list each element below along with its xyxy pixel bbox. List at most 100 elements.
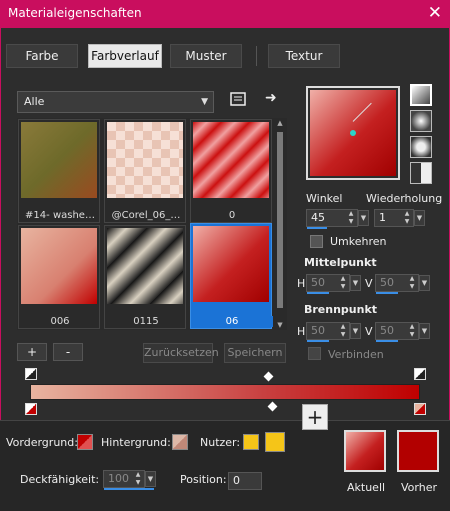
stepper-arrows-icon[interactable]: ▲ ▼	[338, 275, 348, 291]
background-label: Hintergrund:	[101, 436, 171, 449]
angle-label: Winkel	[306, 192, 343, 205]
angle-slider[interactable]	[307, 227, 327, 229]
focus-h-value: 50	[311, 324, 325, 337]
tab-farbverlauf[interactable]: Farbverlauf	[88, 44, 162, 68]
focus-v-label: V	[365, 325, 373, 338]
link-checkbox[interactable]	[308, 347, 321, 360]
stepper-arrows-icon[interactable]: ▲ ▼	[346, 210, 356, 226]
focus-v-slider[interactable]	[376, 340, 398, 342]
opacity-value: 100	[108, 472, 129, 485]
thumbnail-caption: @Corel_06_…	[111, 210, 181, 221]
color-stop-left[interactable]	[25, 403, 37, 415]
center-h-value: 50	[311, 276, 325, 289]
gradient-swatch	[21, 228, 97, 304]
center-h-stepper[interactable]: 50 ▲ ▼ ▼	[306, 274, 361, 294]
radial-style-button[interactable]	[410, 136, 432, 158]
chevron-down-icon[interactable]: ▼	[414, 210, 425, 226]
thumbnail-caption: 006	[50, 316, 70, 327]
scroll-thumb[interactable]	[277, 132, 283, 308]
center-h-slider[interactable]	[307, 292, 329, 294]
gradient-swatch	[107, 122, 183, 198]
gradient-swatch	[107, 228, 183, 304]
focus-h-label: H	[297, 325, 306, 338]
user-label: Nutzer:	[200, 436, 241, 449]
center-v-stepper[interactable]: 50 ▲ ▼ ▼	[375, 274, 430, 294]
opacity-slider[interactable]	[104, 488, 154, 490]
stepper-arrows-icon[interactable]: ▲ ▼	[402, 210, 412, 226]
invert-label: Umkehren	[330, 235, 387, 248]
opacity-stepper[interactable]: 100 ▲ ▼ ▼	[103, 470, 156, 490]
focus-h-stepper[interactable]: 50 ▲ ▼ ▼	[306, 322, 361, 342]
thumbnail-item[interactable]: #14- washe…	[18, 119, 100, 223]
center-v-label: V	[365, 277, 373, 290]
previous-swatch[interactable]	[397, 430, 439, 472]
scroll-up-icon[interactable]: ▲	[275, 119, 285, 127]
current-swatch[interactable]	[344, 430, 386, 472]
thumbnail-caption: 0	[228, 210, 236, 221]
gradient-preview[interactable]	[306, 86, 400, 180]
chevron-down-icon[interactable]: ▼	[419, 275, 430, 291]
thumbnail-item[interactable]: 0115	[104, 225, 186, 329]
stepper-arrows-icon[interactable]: ▲ ▼	[407, 323, 417, 339]
thumbnail-item-selected[interactable]: 06	[190, 223, 273, 329]
chevron-down-icon[interactable]: ▼	[145, 471, 156, 487]
tab-muster[interactable]: Muster	[170, 44, 242, 68]
close-icon[interactable]: ✕	[428, 3, 442, 23]
position-label: Position:	[180, 473, 227, 486]
add-button[interactable]: +	[17, 343, 47, 361]
gradient-swatch	[21, 122, 97, 198]
thumbnail-item[interactable]: @Corel_06_…	[104, 119, 186, 223]
repeat-value: 1	[379, 211, 386, 224]
focus-v-stepper[interactable]: 50 ▲ ▼ ▼	[375, 322, 430, 342]
chevron-down-icon[interactable]: ▼	[358, 210, 369, 226]
arrow-right-icon[interactable]: ➜	[265, 90, 277, 106]
chevron-down-icon[interactable]: ▼	[350, 275, 361, 291]
linear-style-button[interactable]	[410, 84, 432, 106]
thumbnail-caption: 0115	[133, 316, 159, 327]
center-v-value: 50	[380, 276, 394, 289]
tab-farbe[interactable]: Farbe	[6, 44, 78, 68]
user-swatch[interactable]	[265, 432, 285, 452]
invert-checkbox[interactable]	[310, 235, 323, 248]
library-scrollbar[interactable]: ▲ ▼	[275, 118, 285, 330]
chevron-down-icon[interactable]: ▼	[350, 323, 361, 339]
repeat-stepper[interactable]: 1 ▲ ▼ ▼	[374, 209, 425, 227]
foreground-swatch[interactable]	[77, 434, 93, 450]
stepper-arrows-icon[interactable]: ▲ ▼	[133, 471, 143, 487]
angle-stepper[interactable]: 45 ▲ ▼ ▼	[306, 209, 369, 229]
center-label: Mittelpunkt	[304, 256, 377, 269]
opacity-stop-left[interactable]	[25, 368, 37, 380]
center-v-slider[interactable]	[376, 292, 398, 294]
window-title: Materialeigenschaften	[8, 6, 142, 20]
add-swatch-button[interactable]: +	[302, 404, 328, 430]
position-input[interactable]: 0	[228, 472, 262, 490]
save-button[interactable]: Speichern	[224, 343, 286, 363]
rectangular-style-button[interactable]	[410, 110, 432, 132]
previous-label: Vorher	[401, 481, 437, 494]
center-point-handle[interactable]	[350, 130, 356, 136]
user-swatch-small[interactable]	[243, 434, 259, 450]
scroll-down-icon[interactable]: ▼	[275, 321, 285, 329]
center-h-label: H	[297, 277, 306, 290]
stepper-arrows-icon[interactable]: ▲ ▼	[407, 275, 417, 291]
color-stop-right[interactable]	[414, 403, 426, 415]
thumbnail-item[interactable]: 0	[190, 119, 272, 223]
chevron-down-icon[interactable]: ▼	[419, 323, 430, 339]
repeat-label: Wiederholung	[366, 192, 443, 205]
gradient-bar[interactable]	[30, 384, 420, 400]
background-swatch[interactable]	[172, 434, 188, 450]
library-icon[interactable]	[230, 92, 246, 110]
gradient-library: #14- washe… @Corel_06_… 0 006 0115 06	[17, 118, 287, 330]
focus-label: Brennpunkt	[304, 303, 378, 316]
opacity-stop-right[interactable]	[414, 368, 426, 380]
tab-separator	[256, 46, 257, 66]
category-dropdown[interactable]: Alle ▼	[17, 91, 214, 113]
focus-h-slider[interactable]	[307, 340, 329, 342]
stepper-arrows-icon[interactable]: ▲ ▼	[338, 323, 348, 339]
tab-textur[interactable]: Textur	[268, 44, 340, 68]
remove-button[interactable]: -	[53, 343, 83, 361]
sunburst-style-button[interactable]	[410, 162, 432, 184]
gradient-swatch	[193, 122, 269, 198]
thumbnail-item[interactable]: 006	[18, 225, 100, 329]
reset-button[interactable]: Zurücksetzen	[143, 343, 219, 363]
